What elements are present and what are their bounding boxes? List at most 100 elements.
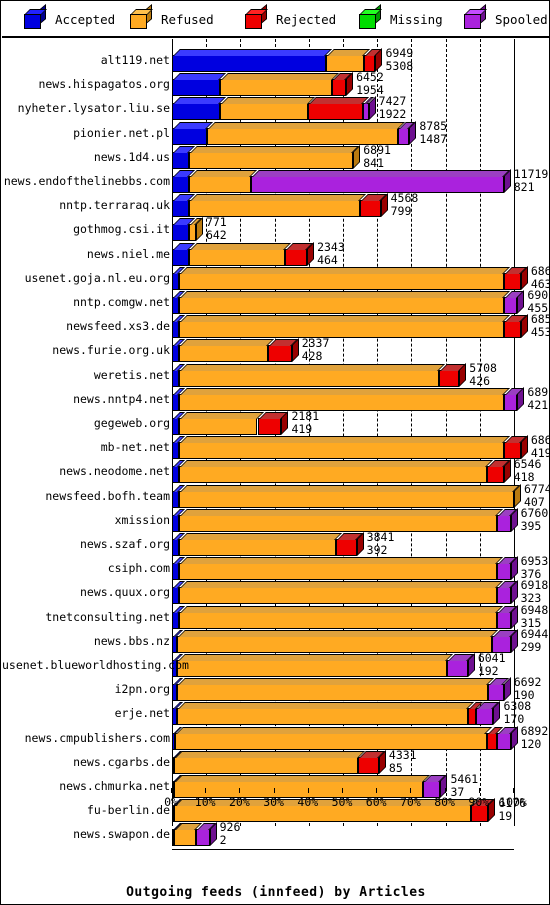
bar-secondary-label: 120 <box>520 736 542 751</box>
legend-item-spooled[interactable]: Spooled <box>464 3 548 29</box>
bar-row[interactable]: 6452 1954 <box>172 71 520 99</box>
bar-segment-accepted <box>172 266 185 290</box>
bar-segment-accepted <box>172 557 185 581</box>
bar-segment-top <box>220 97 315 105</box>
bar-row[interactable]: 6948 315 <box>172 604 548 632</box>
legend-label: Missing <box>390 11 443 27</box>
bar-row[interactable]: 6864463 <box>172 265 549 293</box>
bar-segment-refused <box>178 581 503 605</box>
bar-row[interactable]: 6308 170 <box>172 700 531 728</box>
bar-secondary-label: 453 <box>530 325 550 340</box>
y-axis-label: news.niel.me <box>86 246 170 261</box>
bar-row[interactable]: 6953 376 <box>172 555 548 583</box>
bar-row[interactable]: 6862419 <box>172 434 549 462</box>
x-tick-label: 100% <box>499 795 527 809</box>
bar-total-label: 6774 <box>524 481 550 496</box>
y-axis-label: usenet.blueworldhosting.com <box>2 658 189 672</box>
bar-segment-refused <box>175 726 493 750</box>
bar-row[interactable]: 771 642 <box>172 216 520 244</box>
x-axis-title: Outgoing feeds (innfeed) by Articles <box>1 885 549 900</box>
bar-segment-spooled <box>398 121 416 145</box>
plot-area: 6949 5308 6452 1954 7427 1922 8785 1487 6891 841 1… <box>2 39 549 864</box>
bar-segment-top <box>190 194 367 202</box>
bar-row[interactable]: 6901455 <box>172 289 549 317</box>
bar-total-label: 6308 <box>503 699 532 714</box>
bar-row[interactable]: 3841 392 <box>172 531 520 559</box>
x-tick <box>410 788 412 793</box>
bar-secondary-label: 642 <box>205 228 227 243</box>
bar-row[interactable]: 6949 5308 <box>172 46 520 75</box>
y-axis-label: news.cgarbs.de <box>73 754 170 769</box>
bar-segment-refused <box>189 170 257 193</box>
bar-row[interactable]: 6892 120 <box>172 725 548 753</box>
legend-swatch-accepted-icon <box>24 3 47 29</box>
bar-secondary-label: 799 <box>390 204 412 219</box>
x-axis-baseline <box>172 848 514 850</box>
bar-total-label: 6949 <box>385 46 414 60</box>
bar-segment-accepted <box>172 194 196 218</box>
bar-segment-rejected <box>503 315 527 339</box>
bar-row[interactable]: 2181 419 <box>172 409 520 438</box>
bar-total-label: 6948 <box>520 602 549 617</box>
bar-secondary-label: 426 <box>469 373 491 388</box>
bar-row[interactable]: 6041 192 <box>172 652 520 680</box>
bar-segment-top <box>309 97 370 105</box>
bar-row[interactable]: 6891 841 <box>172 144 520 172</box>
bar-row[interactable]: 7427 1922 <box>172 95 520 123</box>
bar-segment-top <box>251 170 510 177</box>
x-tick <box>239 788 241 793</box>
bar-segment-accepted <box>172 315 185 339</box>
bar-row[interactable]: 6692 190 <box>172 676 541 704</box>
y-axis-label: news.endofthelinebbs.com <box>3 174 170 188</box>
bar-segment-rejected <box>336 533 363 556</box>
bar-total-label: 2181 <box>291 409 320 423</box>
bar-segment-top <box>179 533 343 540</box>
bar-segment-refused <box>177 702 474 726</box>
bar-row[interactable]: 6892421 <box>172 386 549 414</box>
bar-total-label: 4331 <box>388 747 417 762</box>
bar-total-label: 6918 <box>520 578 549 593</box>
bar-secondary-label: 821 <box>513 180 535 194</box>
bar-total-label: 6862 <box>530 433 549 448</box>
bar-row[interactable]: 5708 426 <box>172 362 520 390</box>
legend-item-rejected[interactable]: Rejected <box>245 3 336 29</box>
bar-segment-accepted <box>172 73 226 97</box>
x-tick-label: 70% <box>400 795 421 809</box>
bar-row[interactable]: 6918 323 <box>172 579 548 607</box>
bar-segment-rejected <box>267 339 298 363</box>
x-tick <box>444 788 446 793</box>
bar-segment-top <box>190 170 257 177</box>
legend-item-refused[interactable]: Refused <box>130 3 214 29</box>
bar-segment-refused <box>178 339 274 363</box>
bar-row[interactable]: 8785 1487 <box>172 120 520 148</box>
bar-total-label: 6892 <box>520 723 549 738</box>
bar-segment-top <box>179 605 503 613</box>
bar-row[interactable]: 2337 428 <box>172 337 520 365</box>
y-axis-label: news.szaf.org <box>79 537 170 551</box>
bar-secondary-label: 395 <box>520 518 542 533</box>
bar-segment-accepted <box>172 508 185 532</box>
bar-row[interactable]: 6760 395 <box>172 507 548 535</box>
bar-end-cap <box>375 48 383 72</box>
bar-secondary-label: 464 <box>317 252 338 267</box>
x-tick <box>273 788 275 793</box>
bar-segment-spooled <box>496 508 517 532</box>
bar-segment-top <box>179 266 510 274</box>
x-tick <box>478 788 480 793</box>
bar-row[interactable]: 6944 299 <box>172 628 548 656</box>
legend-item-missing[interactable]: Missing <box>359 3 443 29</box>
bar-secondary-label: 299 <box>520 639 542 654</box>
bar-row[interactable]: 2343 464 <box>172 241 520 269</box>
bar-row[interactable]: 6852453 <box>172 313 549 341</box>
bar-segment-spooled <box>496 605 517 629</box>
y-axis-label: newsfeed.bofh.team <box>45 488 170 503</box>
y-axis-label: news.swapon.de <box>73 827 170 842</box>
bar-row[interactable]: 6546 418 <box>172 458 541 486</box>
bar-total-label: 6901 <box>527 288 549 302</box>
bar-segment-rejected <box>332 73 353 97</box>
chart-page: Accepted Refused Rejected Missing Spooled 69… <box>0 0 550 905</box>
bar-row[interactable]: 11719 821 <box>172 168 548 196</box>
bar-row[interactable]: 6774 407 <box>172 483 549 511</box>
legend-item-accepted[interactable]: Accepted <box>24 3 115 29</box>
bar-segment-accepted <box>172 339 185 363</box>
